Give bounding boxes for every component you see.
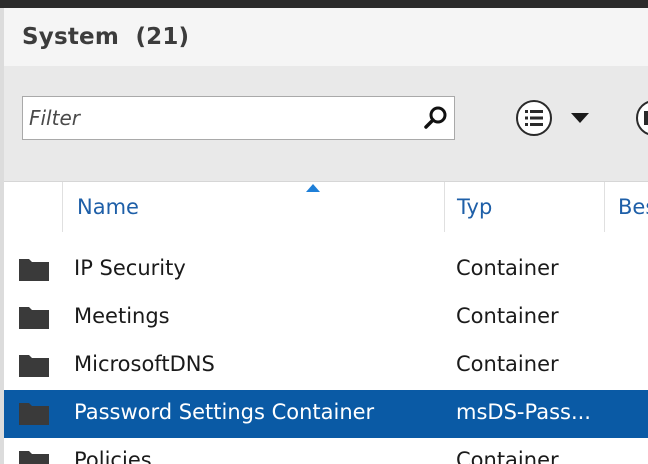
item-type: Container [456, 448, 559, 464]
view-options-button[interactable] [514, 96, 594, 140]
search-icon[interactable] [423, 105, 449, 131]
item-name: MicrosoftDNS [74, 352, 215, 376]
item-name: Meetings [74, 304, 170, 328]
toolbar [4, 66, 648, 181]
filter-box [22, 96, 455, 140]
list-icon [516, 100, 552, 136]
item-type: msDS-Pass... [456, 400, 591, 424]
item-type: Container [456, 256, 559, 280]
window-top-border [0, 0, 648, 8]
pause-icon[interactable] [634, 98, 648, 138]
list-item[interactable]: MicrosoftDNS Container [4, 342, 648, 390]
folder-icon [19, 307, 49, 329]
folder-icon [19, 451, 49, 464]
folder-icon [19, 403, 49, 425]
column-header-name-label: Name [77, 195, 139, 219]
chevron-down-icon [571, 113, 589, 123]
item-name: Policies [74, 448, 152, 464]
item-type: Container [456, 352, 559, 376]
filter-input[interactable] [29, 101, 409, 135]
list-item[interactable]: Meetings Container [4, 294, 648, 342]
panel-title: System (21) [22, 24, 189, 50]
item-name: Password Settings Container [74, 400, 375, 424]
column-header-description[interactable]: Bes [604, 182, 648, 232]
admin-center-window: System (21) Filter Name Typ Be IP Securi… [0, 0, 648, 464]
list-item[interactable]: IP Security Container [4, 246, 648, 294]
item-name: IP Security [74, 256, 186, 280]
column-header-description-label: Bes [618, 195, 648, 219]
column-header-type[interactable]: Typ [444, 182, 604, 232]
sort-ascending-icon [306, 184, 320, 192]
column-header-type-label: Typ [457, 195, 493, 219]
folder-icon [19, 355, 49, 377]
panel-title-text: System [22, 24, 120, 50]
list-item[interactable]: Policies Container [4, 438, 648, 464]
object-list: IP Security Container Meetings Container… [4, 246, 648, 464]
item-type: Container [456, 304, 559, 328]
column-header-row: Name Typ Bes [4, 181, 648, 232]
folder-icon [19, 259, 49, 281]
panel-item-count: (21) [135, 24, 190, 50]
column-header-name[interactable]: Name [62, 182, 444, 232]
panel-header: System (21) [4, 8, 648, 66]
list-item-selected[interactable]: Password Settings Container msDS-Pass... [4, 390, 648, 438]
